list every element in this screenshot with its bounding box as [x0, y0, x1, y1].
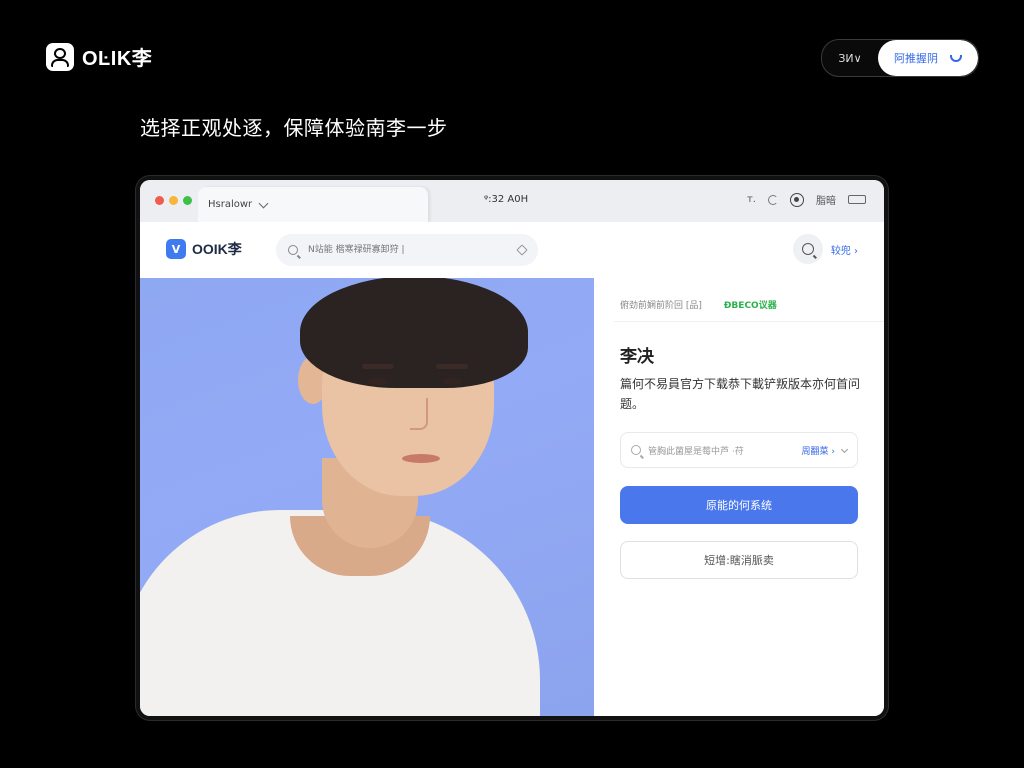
battery-icon	[848, 195, 866, 204]
smile-icon	[950, 54, 962, 62]
photo-eye-right	[442, 378, 462, 385]
browser-mockup: Hsralowr ᵠ:32 A0H ᴛ. 脂暗 V OOIK李 较兜 ›	[140, 180, 884, 716]
search-input[interactable]	[306, 244, 510, 256]
download-button[interactable]: 阿推握阴	[878, 40, 978, 76]
search-icon	[801, 243, 814, 255]
language-select[interactable]: ЗИ∨	[822, 40, 878, 76]
app-header-actions: 较兜 ›	[792, 234, 858, 264]
favorite-icon[interactable]	[516, 244, 528, 256]
search-button[interactable]	[792, 234, 823, 264]
main-content: 俯劲前娴前阶回 [品] ĐBECO议器 李决 篇何不易員官方下载恭下載铲叛版本亦…	[140, 278, 884, 716]
compass-icon[interactable]	[790, 192, 804, 207]
browser-titlebar: Hsralowr ᵠ:32 A0H ᴛ. 脂暗	[140, 180, 884, 222]
login-link[interactable]: 较兜 ›	[831, 242, 858, 257]
app-search-bar[interactable]	[276, 234, 538, 266]
photo-brow-right	[436, 364, 468, 369]
photo-brow-left	[362, 364, 394, 369]
brand-logo[interactable]: OĿIK李	[46, 42, 152, 71]
refresh-icon[interactable]	[768, 194, 778, 205]
panel-title: 李决	[620, 347, 654, 367]
window-controls	[155, 196, 192, 205]
photo-eye-left	[368, 378, 388, 385]
brand-name: OĿIK李	[82, 48, 153, 70]
search-icon	[288, 245, 298, 255]
divider	[614, 321, 884, 322]
minimize-window-dot[interactable]	[169, 196, 178, 205]
maximize-window-dot[interactable]	[183, 196, 192, 205]
app-header: V OOIK李 较兜 ›	[140, 222, 884, 279]
clock-text: ᵠ:32 A0H	[484, 194, 529, 205]
status-text: ᴛ.	[746, 194, 756, 205]
user-logo-icon	[46, 42, 74, 71]
app-logo-text: OOIK李	[192, 241, 242, 257]
chevron-down-icon	[840, 445, 849, 453]
panel-description: 篇何不易員官方下载恭下載铲叛版本亦何首问题。	[620, 377, 861, 411]
close-window-dot[interactable]	[155, 196, 164, 205]
hero-photo	[140, 278, 594, 716]
photo-fringe	[330, 326, 498, 372]
app-logo[interactable]: V OOIK李	[166, 239, 242, 259]
panel-subline: 俯劲前娴前阶回 [品] ĐBECO议器	[620, 298, 777, 311]
secondary-button[interactable]: 短增:瞎消脈卖	[620, 541, 858, 579]
panel-subline-left: 俯劲前娴前阶回 [品]	[620, 301, 702, 311]
header-actions: ЗИ∨ 阿推握阴	[821, 39, 979, 77]
tab-title: Hsralowr	[208, 199, 253, 210]
app-logo-icon: V	[166, 239, 186, 259]
search-icon	[631, 445, 641, 455]
panel-subline-badge: ĐBECO议器	[723, 301, 777, 311]
photo-mouth	[402, 454, 440, 463]
titlebar-status: ᴛ. 脂暗	[747, 192, 866, 207]
chevron-down-icon	[258, 198, 269, 208]
version-select-value: 周翻菜 ›	[801, 446, 835, 457]
primary-download-button[interactable]: 原能的何系统	[620, 486, 858, 524]
browser-tab[interactable]: Hsralowr	[198, 187, 428, 222]
status-label: 脂暗	[816, 196, 836, 207]
photo-nose	[410, 398, 428, 430]
version-select-text: 管胸此菌屋是莓中芦 ·苻	[648, 446, 744, 457]
download-panel: 俯劲前娴前阶回 [品] ĐBECO议器 李决 篇何不易員官方下载恭下載铲叛版本亦…	[594, 278, 884, 716]
download-button-label: 阿推握阴	[894, 52, 938, 65]
version-select[interactable]: 管胸此菌屋是莓中芦 ·苻 周翻菜 ›	[620, 432, 858, 468]
hero-headline: 选择正观处逐，保障体验南李一步	[140, 116, 448, 140]
